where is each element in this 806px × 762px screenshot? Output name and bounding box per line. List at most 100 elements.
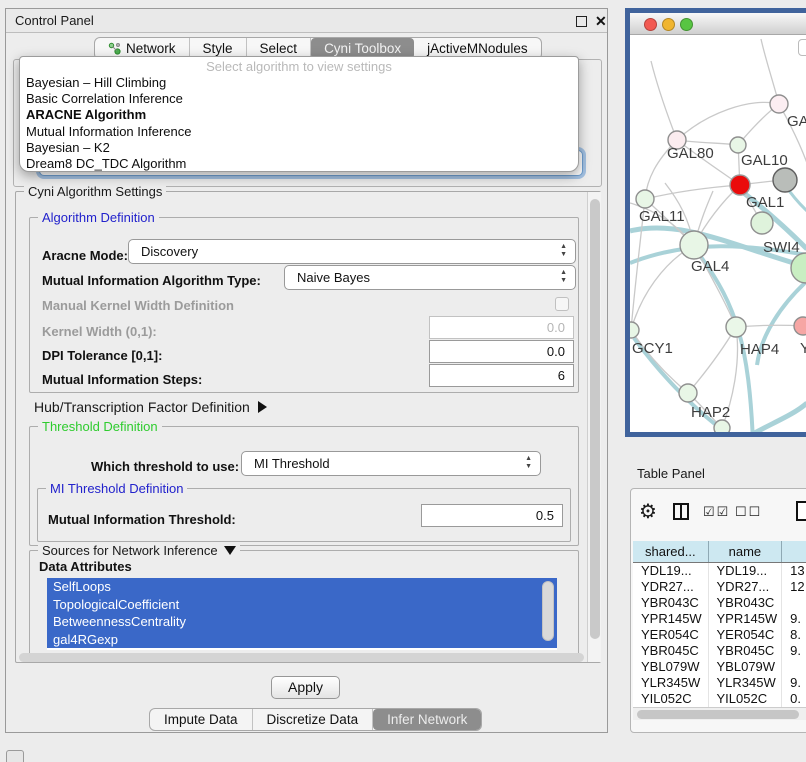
attribute-item[interactable]: BetweennessCentrality [47, 613, 557, 631]
threshold-definition-title: Threshold Definition [38, 419, 162, 434]
export-table-icon[interactable] [796, 501, 806, 521]
table-cell: YER054C [709, 627, 783, 643]
attribute-item[interactable]: SelfLoops [47, 578, 557, 596]
network-node[interactable] [714, 420, 730, 432]
minimized-panel-button[interactable] [6, 750, 24, 762]
aracne-mode-label: Aracne Mode: [42, 248, 128, 263]
network-window-titlebar [630, 13, 806, 35]
settings-hscrollbar-thumb[interactable] [19, 653, 584, 662]
node-label: GAL4 [691, 258, 729, 275]
which-threshold-combo[interactable]: MI Threshold ▲▼ [241, 451, 541, 476]
network-node[interactable] [726, 317, 746, 337]
algorithm-option[interactable]: Bayesian – Hill Climbing [20, 75, 578, 91]
network-node[interactable] [636, 190, 654, 208]
attribute-item[interactable]: gal4RGexp [47, 631, 557, 649]
hub-definition-toggle[interactable]: Hub/Transcription Factor Definition [34, 399, 267, 415]
settings-scrollbar-track[interactable] [587, 192, 601, 662]
network-node[interactable] [730, 175, 750, 195]
mi-threshold-group-title: MI Threshold Definition [46, 481, 187, 496]
gear-icon[interactable]: ⚙ [639, 499, 657, 524]
mi-steps-label: Mutual Information Steps: [42, 372, 202, 387]
bottom-tab-discretize-data[interactable]: Discretize Data [253, 709, 374, 730]
network-node[interactable] [680, 231, 708, 259]
algorithm-dropdown-popup: Select algorithm to view settings Bayesi… [19, 56, 579, 172]
settings-scrollbar-thumb[interactable] [590, 199, 600, 639]
manual-kernel-checkbox[interactable] [555, 297, 569, 311]
attribute-item[interactable]: TopologicalCoefficient [47, 596, 557, 614]
float-window-icon[interactable] [576, 16, 587, 27]
network-node[interactable] [773, 168, 797, 192]
zoom-traffic-icon[interactable] [680, 18, 693, 31]
hub-definition-label: Hub/Transcription Factor Definition [34, 399, 250, 415]
mi-threshold-field[interactable]: 0.5 [421, 504, 563, 527]
network-node[interactable] [794, 317, 806, 335]
table-cell: YIL052C [709, 691, 783, 707]
stepper-icon: ▲▼ [525, 455, 532, 471]
network-edge[interactable] [761, 39, 779, 104]
minimize-traffic-icon[interactable] [662, 18, 675, 31]
data-attributes-list[interactable]: SelfLoopsTopologicalCoefficientBetweenne… [47, 578, 557, 650]
stepper-icon: ▲▼ [560, 269, 567, 285]
network-node[interactable] [770, 95, 788, 113]
node-table[interactable]: shared...name YDL19...YDL19...13YDR27...… [633, 541, 806, 707]
bottom-tab-infer-network[interactable]: Infer Network [373, 709, 481, 730]
table-row[interactable]: YBR045CYBR045C9. [633, 643, 806, 659]
network-node[interactable] [630, 322, 639, 338]
algorithm-option[interactable]: ARACNE Algorithm [20, 107, 578, 123]
table-toolbar: ⚙ ☑☑ ☐☐ [631, 489, 806, 537]
bottom-tab-impute-data[interactable]: Impute Data [150, 709, 253, 730]
table-row[interactable]: YBL079WYBL079W [633, 659, 806, 675]
table-cell: YBL079W [709, 659, 783, 675]
table-row[interactable]: YDL19...YDL19...13 [633, 563, 806, 579]
kernel-width-field[interactable]: 0.0 [429, 316, 574, 339]
network-node[interactable] [679, 384, 697, 402]
kernel-width-label: Kernel Width (0,1): [42, 324, 157, 339]
table-row[interactable]: YPR145WYPR145W9. [633, 611, 806, 627]
algorithm-popup-list: Bayesian – Hill ClimbingBasic Correlatio… [20, 75, 578, 172]
sources-group-title[interactable]: Sources for Network Inference [38, 543, 240, 558]
dpi-tolerance-field[interactable]: 0.0 [429, 340, 574, 363]
column-header[interactable]: name [709, 541, 783, 562]
network-node[interactable] [751, 212, 773, 234]
mi-threshold-label: Mutual Information Threshold: [48, 512, 236, 527]
network-edge[interactable] [677, 102, 779, 140]
network-node[interactable] [730, 137, 746, 153]
columns-icon[interactable] [673, 503, 689, 520]
algorithm-option[interactable]: Dream8 DC_TDC Algorithm [20, 156, 578, 172]
table-row[interactable]: YDR27...YDR27...12 [633, 579, 806, 595]
algorithm-option[interactable]: Mutual Information Inference [20, 124, 578, 140]
table-row[interactable]: YBR043CYBR043C [633, 595, 806, 611]
close-traffic-icon[interactable] [644, 18, 657, 31]
deselect-all-rows-icon[interactable]: ☐☐ [735, 504, 762, 520]
network-canvas[interactable]: GALGAL80GAL10GAL1GAL11SWI4GAL4GCY1HAP4YH… [630, 35, 806, 432]
attributes-scrollbar[interactable] [542, 581, 554, 641]
network-edge[interactable] [645, 185, 740, 199]
network-edge[interactable] [651, 61, 677, 140]
column-header[interactable]: shared... [633, 541, 709, 562]
column-header[interactable] [782, 541, 806, 562]
table-row[interactable]: YER054CYER054C8. [633, 627, 806, 643]
aracne-mode-combo[interactable]: Discovery ▲▼ [128, 239, 576, 264]
select-all-rows-icon[interactable]: ☑☑ [703, 504, 730, 520]
which-threshold-label: Which threshold to use: [91, 459, 239, 474]
settings-group-title: Cyni Algorithm Settings [24, 184, 166, 199]
apply-button[interactable]: Apply [271, 676, 340, 699]
network-graph[interactable]: GALGAL80GAL10GAL1GAL11SWI4GAL4GCY1HAP4YH… [630, 35, 806, 432]
table-row[interactable]: YIL052CYIL052C0. [633, 691, 806, 707]
control-panel-titlebar: Control Panel ✕ [6, 9, 607, 33]
table-panel: ⚙ ☑☑ ☐☐ shared...name YDL19...YDL19...13… [630, 488, 806, 733]
table-cell: YBR043C [709, 595, 783, 611]
expand-right-icon [258, 401, 267, 413]
table-hscrollbar-thumb[interactable] [637, 710, 799, 719]
algorithm-option[interactable]: Basic Correlation Inference [20, 91, 578, 107]
table-cell: YDR27... [633, 579, 709, 595]
table-row[interactable]: YLR345WYLR345W9. [633, 675, 806, 691]
network-edge[interactable] [688, 327, 736, 393]
algorithm-option[interactable]: Bayesian – K2 [20, 140, 578, 156]
mi-steps-field[interactable]: 6 [429, 364, 574, 387]
mi-type-combo[interactable]: Naive Bayes ▲▼ [284, 265, 576, 290]
network-node[interactable] [791, 253, 806, 283]
close-icon[interactable]: ✕ [595, 13, 607, 30]
network-side-tool[interactable] [798, 39, 806, 56]
table-hscrollbar-track[interactable] [633, 707, 806, 720]
